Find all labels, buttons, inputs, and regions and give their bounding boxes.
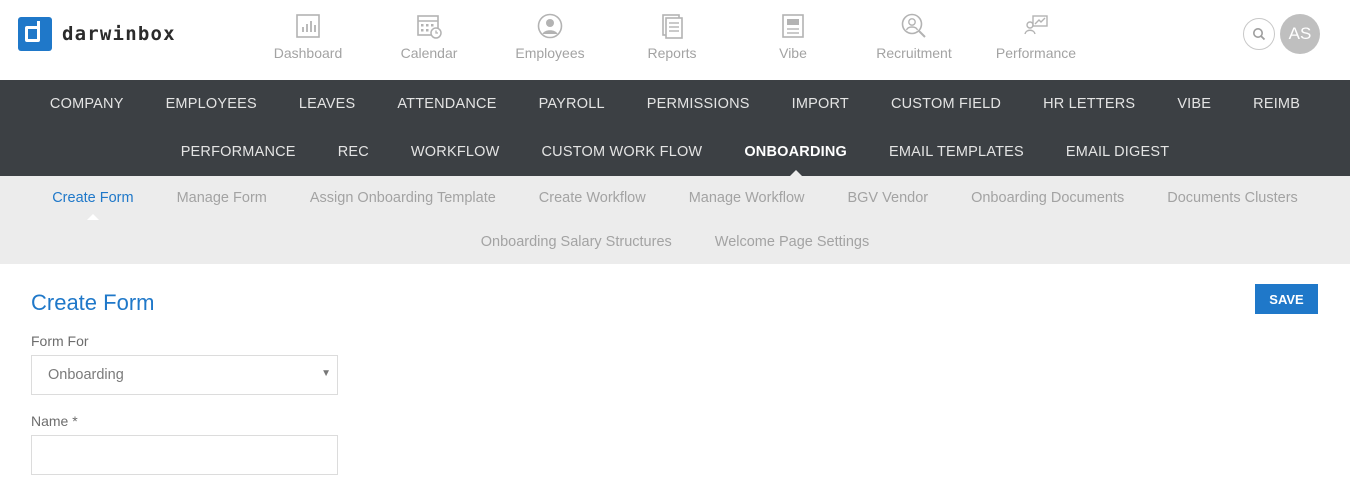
admin-nav-row-1: COMPANY EMPLOYEES LEAVES ATTENDANCE PAYR… <box>0 80 1350 128</box>
form-for-label: Form For <box>31 333 89 349</box>
module-label: Vibe <box>779 45 807 61</box>
calendar-icon <box>417 15 442 39</box>
reports-icon <box>662 14 683 39</box>
module-vibe[interactable]: Vibe <box>738 12 848 61</box>
user-avatar[interactable]: AS <box>1280 14 1320 54</box>
module-label: Recruitment <box>876 45 952 61</box>
admin-tab-custom-field[interactable]: CUSTOM FIELD <box>891 96 1001 112</box>
module-reports[interactable]: Reports <box>617 12 727 61</box>
save-button[interactable]: SAVE <box>1255 284 1318 314</box>
name-label: Name * <box>31 413 78 429</box>
admin-tab-employees[interactable]: EMPLOYEES <box>166 96 257 112</box>
module-label: Performance <box>995 45 1077 61</box>
subtab-bgv-vendor[interactable]: BGV Vendor <box>847 190 928 206</box>
admin-tab-leaves[interactable]: LEAVES <box>299 96 356 112</box>
page-title: Create Form <box>31 290 155 315</box>
admin-tab-vibe[interactable]: VIBE <box>1177 96 1211 112</box>
search-icon <box>1253 28 1266 41</box>
admin-tab-workflow[interactable]: WORKFLOW <box>411 144 500 160</box>
chevron-down-icon: ▼ <box>321 368 331 379</box>
module-employees[interactable]: Employees <box>495 12 605 61</box>
admin-tab-permissions[interactable]: PERMISSIONS <box>647 96 750 112</box>
admin-tab-import[interactable]: IMPORT <box>792 96 849 112</box>
subtab-manage-form[interactable]: Manage Form <box>177 190 267 206</box>
dashboard-icon <box>296 14 320 38</box>
admin-tab-performance[interactable]: PERFORMANCE <box>181 144 296 160</box>
name-input[interactable] <box>31 435 338 475</box>
module-label: Employees <box>515 45 585 61</box>
admin-tab-hr-letters[interactable]: HR LETTERS <box>1043 96 1135 112</box>
admin-tab-company[interactable]: COMPANY <box>50 96 124 112</box>
darwinbox-logo[interactable]: darwinbox <box>18 17 176 51</box>
module-dashboard[interactable]: Dashboard <box>253 12 363 61</box>
recruitment-icon <box>901 13 926 38</box>
subtab-welcome-page-settings[interactable]: Welcome Page Settings <box>715 234 869 250</box>
onboarding-sub-nav: Create Form Manage Form Assign Onboardin… <box>0 176 1350 264</box>
subtab-create-form[interactable]: Create Form <box>52 190 134 220</box>
sub-nav-row-1: Create Form Manage Form Assign Onboardin… <box>0 176 1350 220</box>
module-label: Dashboard <box>273 45 343 61</box>
form-for-select[interactable]: Onboarding ▼ <box>31 355 338 395</box>
subtab-onboarding-salary-structures[interactable]: Onboarding Salary Structures <box>481 234 672 250</box>
admin-settings-nav: COMPANY EMPLOYEES LEAVES ATTENDANCE PAYR… <box>0 80 1350 177</box>
performance-icon <box>1024 15 1048 35</box>
subtab-onboarding-documents[interactable]: Onboarding Documents <box>971 190 1124 206</box>
sub-nav-row-2: Onboarding Salary Structures Welcome Pag… <box>0 220 1350 264</box>
subtab-create-workflow[interactable]: Create Workflow <box>539 190 646 206</box>
form-for-selected-value: Onboarding <box>48 367 124 383</box>
module-label: Reports <box>647 45 697 61</box>
module-label: Calendar <box>400 45 458 61</box>
subtab-manage-workflow[interactable]: Manage Workflow <box>689 190 805 206</box>
admin-tab-rec[interactable]: REC <box>338 144 369 160</box>
admin-tab-reimb[interactable]: REIMB <box>1253 96 1300 112</box>
module-recruitment[interactable]: Recruitment <box>859 12 969 61</box>
admin-tab-custom-work-flow[interactable]: CUSTOM WORK FLOW <box>542 144 703 160</box>
admin-tab-email-digest[interactable]: EMAIL DIGEST <box>1066 144 1169 160</box>
top-header: darwinbox Dashboard Calendar Employees R… <box>0 0 1350 80</box>
admin-tab-payroll[interactable]: PAYROLL <box>539 96 605 112</box>
admin-tab-email-templates[interactable]: EMAIL TEMPLATES <box>889 144 1024 160</box>
admin-tab-attendance[interactable]: ATTENDANCE <box>397 96 496 112</box>
search-button[interactable] <box>1243 18 1275 50</box>
create-form-panel: Create Form SAVE Form For Onboarding ▼ N… <box>0 264 1350 480</box>
vibe-icon <box>782 14 804 38</box>
subtab-assign-onboarding-template[interactable]: Assign Onboarding Template <box>310 190 496 206</box>
admin-tab-onboarding[interactable]: ONBOARDING <box>744 144 847 177</box>
module-calendar[interactable]: Calendar <box>374 12 484 61</box>
logo-mark-icon <box>18 17 52 51</box>
employees-icon <box>537 13 563 39</box>
subtab-documents-clusters[interactable]: Documents Clusters <box>1167 190 1298 206</box>
module-performance[interactable]: Performance <box>981 12 1091 61</box>
brand-name: darwinbox <box>62 23 176 45</box>
admin-nav-row-2: PERFORMANCE REC WORKFLOW CUSTOM WORK FLO… <box>0 128 1350 177</box>
